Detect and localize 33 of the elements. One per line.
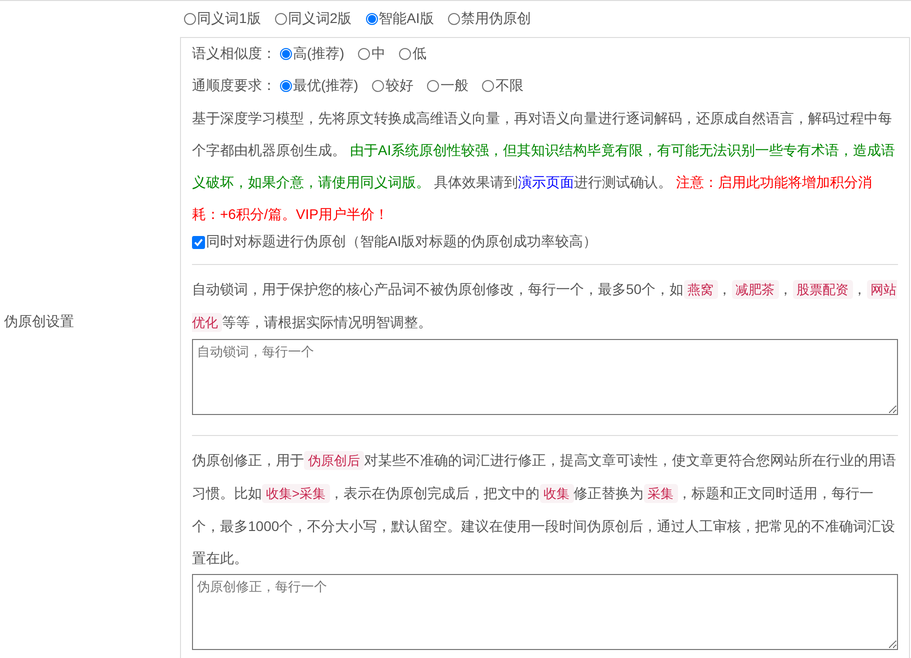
radio-option[interactable]: 最优(推荐) bbox=[280, 77, 358, 95]
radio-button[interactable] bbox=[482, 80, 494, 92]
radio-button[interactable] bbox=[448, 13, 460, 25]
radio-option[interactable]: 一般 bbox=[427, 77, 468, 95]
radio-option[interactable]: 高(推荐) bbox=[280, 45, 344, 63]
radio-option[interactable]: 同义词1版 bbox=[184, 10, 261, 28]
lock-words-field[interactable]: 自动锁词，每行一个 bbox=[192, 339, 898, 415]
corrections-field[interactable]: 伪原创修正，每行一个 bbox=[192, 574, 898, 650]
radio-option[interactable]: 不限 bbox=[482, 77, 524, 95]
radio-option[interactable]: 较好 bbox=[372, 77, 414, 95]
ai-description: 基于深度学习模型，先将原文转换成高维语义向量，再对语义向量进行逐词解码，还原成自然语言，解码过程中每个字都由机器原创生成。 由于AI系统原创性较强，但其知识结构毕竟有限，有可能无法识别一些专有术语，造成语义破坏，如果介意，请使用同义词版。 具体效果请到演示页面进行测试确认。 注意：启用此功能将增加积分消耗：+6积分/篇。VIP用户半价！ bbox=[192, 109, 896, 224]
radio-option[interactable]: 低 bbox=[399, 45, 426, 63]
radio-button[interactable] bbox=[280, 48, 292, 60]
similarity-label: 语义相似度： bbox=[192, 45, 276, 63]
demo-page-link[interactable]: 演示页面 bbox=[518, 174, 574, 190]
lock-words-description: 自动锁词，用于保护您的核心产品词不被伪原创修改，每行一个，最多50个，如 燕窝 ， 减肥茶 ， 股票配资 ， 网站优化 等等，请根据实际情况明智调整。 bbox=[192, 279, 898, 334]
check-icon bbox=[194, 238, 203, 246]
radio-button[interactable] bbox=[399, 48, 412, 60]
fluency-label: 通顺度要求： bbox=[192, 77, 276, 95]
radio-button[interactable] bbox=[280, 80, 292, 92]
title-rewrite-checkbox[interactable]: 同时对标题进行伪原创（智能AI版对标题的伪原创成功率较高） bbox=[192, 230, 898, 254]
radio-option[interactable]: 同义词2版 bbox=[274, 10, 352, 28]
radio-button[interactable] bbox=[427, 80, 440, 92]
radio-button[interactable] bbox=[366, 13, 378, 25]
radio-option[interactable]: 智能AI版 bbox=[366, 10, 434, 28]
settings-label: 伪原创设置 bbox=[3, 313, 74, 329]
radio-button[interactable] bbox=[274, 13, 287, 25]
radio-button[interactable] bbox=[372, 80, 384, 92]
radio-button[interactable] bbox=[358, 48, 370, 60]
corrections-description: 伪原创修正，用于 伪原创后 对某些不准确的词汇进行修正，提高文章可读性，使文章更符合您网站所在行业的用语习惯。比如 收集>采集 ，表示在伪原创完成后，把文中的 收集 修正替换为 采集 ，标题和正文同时适用，每行一个，最多1000个，不分大小写，默认留空。建议在使用一段时间伪原创后，通过人工审核，把常见的不准确词汇设置在此。 bbox=[192, 450, 897, 568]
radio-option[interactable]: 中 bbox=[358, 45, 386, 63]
radio-button[interactable] bbox=[184, 13, 196, 25]
radio-option[interactable]: 禁用伪原创 bbox=[448, 10, 531, 28]
